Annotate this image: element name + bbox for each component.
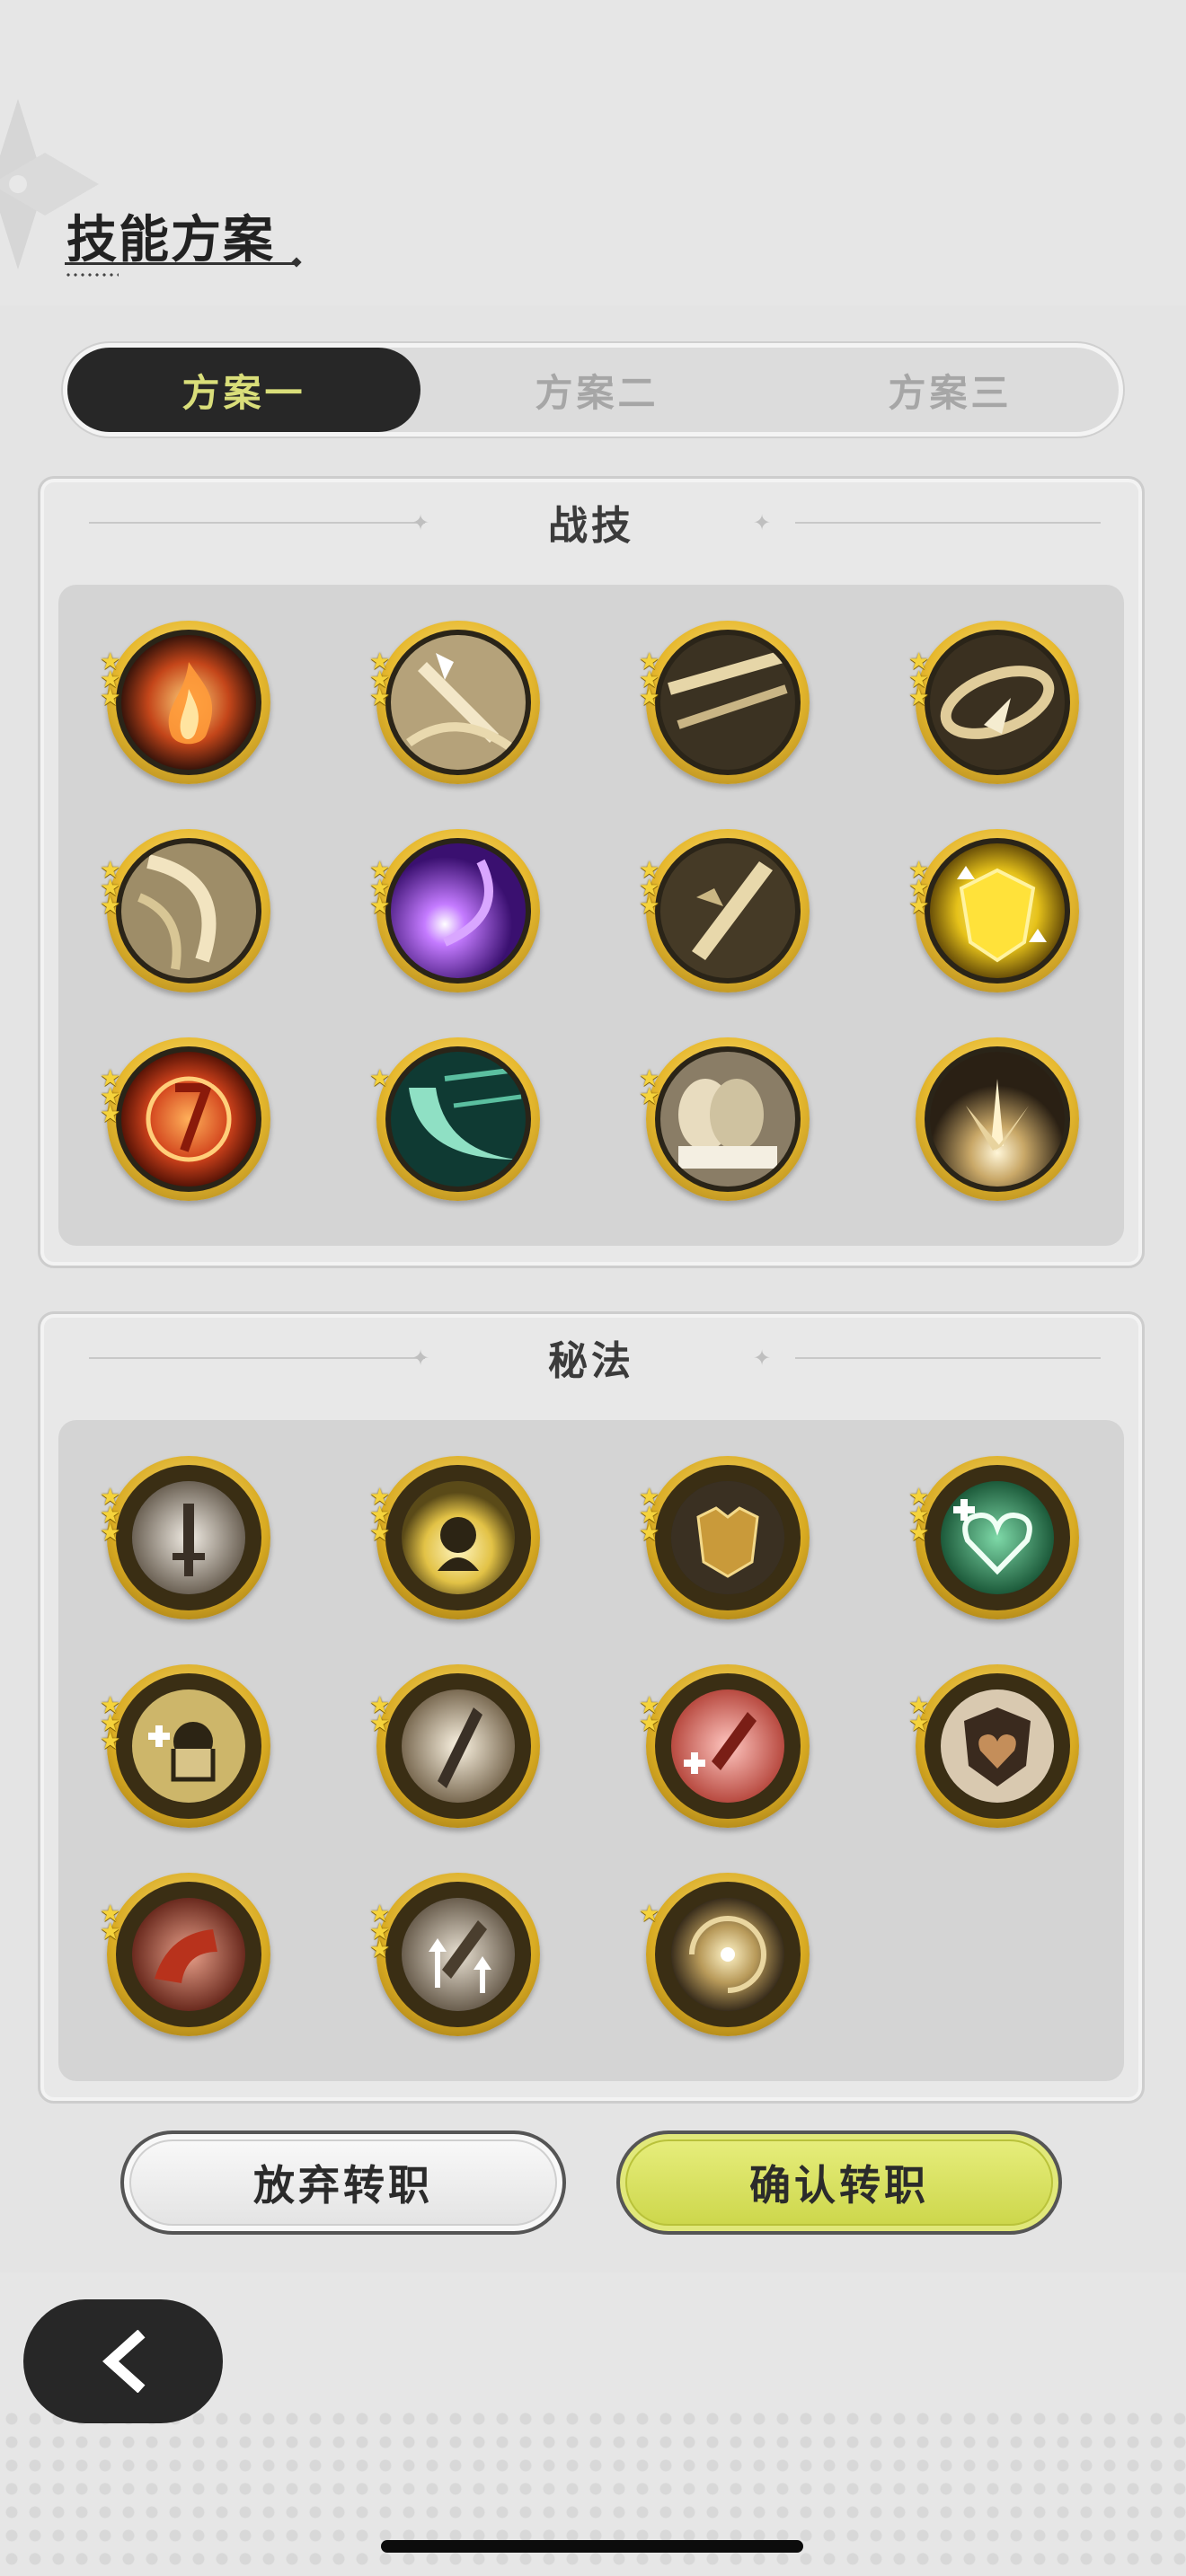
tab-plan-2[interactable]: 方案二	[420, 348, 774, 432]
sword-emblem-icon[interactable]: ★ ★ ★	[100, 1456, 270, 1619]
abandon-class-change-button[interactable]: 放弃转职	[120, 2130, 566, 2235]
combat-skills-grid: ★ ★ ★ ★ ★ ★ ★ ★ ★ ★ ★ ★ ★ ★ ★ ★ ★ ★ ★ ★ …	[58, 585, 1124, 1246]
flame-icon[interactable]: ★ ★ ★	[100, 621, 270, 784]
secret-arts-grid: ★ ★ ★ ★ ★ ★ ★ ★ ★ ★ ★ ★ ★ ★ ★ ★ ★ ★ ★ ★ …	[58, 1420, 1124, 2081]
title-dots	[65, 273, 119, 277]
tab-plan-3[interactable]: 方案三	[774, 348, 1127, 432]
confirm-class-change-button[interactable]: 确认转职	[616, 2130, 1062, 2235]
fire-sigil-icon[interactable]: ★ ★ ★	[100, 1037, 270, 1201]
spirit-icon[interactable]: ★ ★ ★	[369, 1456, 540, 1619]
ground-blast-icon[interactable]	[916, 1037, 1079, 1201]
blade-icon[interactable]: ★ ★	[369, 1664, 540, 1828]
sword-heal-icon[interactable]: ★ ★	[639, 1664, 810, 1828]
combat-skills-panel: ✦ 战技 ✦ ★ ★ ★ ★ ★ ★ ★ ★ ★ ★ ★ ★ ★ ★ ★ ★ ★…	[38, 476, 1145, 1268]
panel-star-right-icon: ✦	[752, 510, 772, 535]
spin-slash-icon[interactable]: ★ ★ ★	[100, 829, 270, 992]
chevron-left-icon	[102, 2330, 146, 2393]
armor-icon[interactable]: ★ ★ ★	[639, 1456, 810, 1619]
crimson-wave-icon[interactable]: ★ ★	[100, 1873, 270, 2036]
cross-slash-icon[interactable]: ★ ★ ★	[639, 829, 810, 992]
sword-up-icon[interactable]: ★ ★ ★	[369, 1873, 540, 2036]
heart-shield-icon[interactable]: ★ ★	[908, 1664, 1079, 1828]
whirlwind-icon[interactable]: ★ ★ ★	[908, 621, 1079, 784]
sword-strike-icon[interactable]: ★ ★ ★	[369, 621, 540, 784]
shield-heal-icon[interactable]: ★ ★ ★	[100, 1664, 270, 1828]
arcane-orb-icon[interactable]: ★ ★ ★	[369, 829, 540, 992]
charge-icon[interactable]: ★ ★	[639, 1037, 810, 1201]
tab-plan-1[interactable]: 方案一	[67, 348, 420, 432]
golden-shield-up-icon[interactable]: ★ ★ ★	[908, 829, 1079, 992]
wind-crescent-icon[interactable]: ★	[369, 1037, 540, 1201]
panel-divider-right	[795, 522, 1101, 524]
home-indicator	[381, 2540, 803, 2553]
vortex-icon[interactable]: ★	[639, 1873, 810, 2036]
panel-divider-right	[795, 1357, 1101, 1359]
back-button[interactable]	[23, 2299, 223, 2423]
title-underline	[65, 262, 298, 265]
plan-tabs: 方案一 方案二 方案三	[63, 343, 1123, 437]
page-title: 技能方案	[66, 211, 275, 269]
secret-arts-panel: ✦ 秘法 ✦ ★ ★ ★ ★ ★ ★ ★ ★ ★ ★ ★ ★ ★ ★ ★ ★ ★…	[38, 1311, 1145, 2104]
heart-heal-icon[interactable]: ★ ★ ★	[908, 1456, 1079, 1619]
panel-star-right-icon: ✦	[752, 1345, 772, 1371]
slash-icon[interactable]: ★ ★ ★	[639, 621, 810, 784]
